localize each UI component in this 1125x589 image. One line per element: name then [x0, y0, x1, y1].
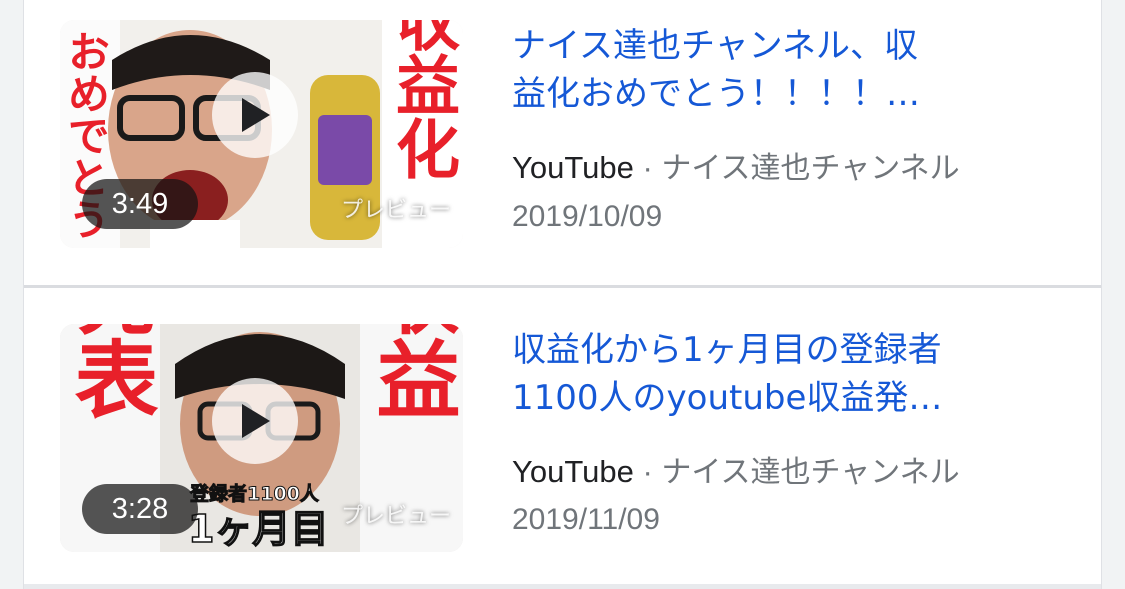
thumb-caption-2: 1ヶ月目 — [188, 507, 328, 551]
result-divider — [24, 285, 1101, 288]
preview-label: プレビュー — [340, 504, 451, 529]
publish-date: 2019/11/09 — [512, 503, 660, 536]
title-line: 収益化から1ヶ月目の登録者 — [512, 330, 942, 370]
play-icon[interactable] — [212, 378, 298, 464]
thumb-text-left: 発表 — [61, 324, 159, 420]
video-thumbnail[interactable]: 発表 収益 登録者1100人 1ヶ月目 3:28 プレビュー — [60, 324, 463, 552]
separator: · — [633, 454, 662, 489]
thumb-caption-1: 登録者1100人 — [189, 482, 320, 505]
channel-name: ナイス達也チャンネル — [661, 455, 960, 490]
title-line: 1100人のyoutube収益発… — [512, 378, 943, 418]
video-result-2[interactable]: 発表 収益 登録者1100人 1ヶ月目 3:28 プレビュー 収益化から1ヶ月目… — [24, 0, 1101, 552]
duration-badge: 3:28 — [82, 484, 198, 534]
source-label: YouTube — [512, 454, 634, 489]
thumb-text-right: 収益 — [363, 324, 461, 420]
result-meta: YouTube · ナイス達也チャンネル — [512, 447, 1072, 491]
card-bottom-edge — [24, 584, 1101, 589]
result-title-link[interactable]: 収益化から1ヶ月目の登録者 1100人のyoutube収益発… — [512, 326, 1032, 422]
